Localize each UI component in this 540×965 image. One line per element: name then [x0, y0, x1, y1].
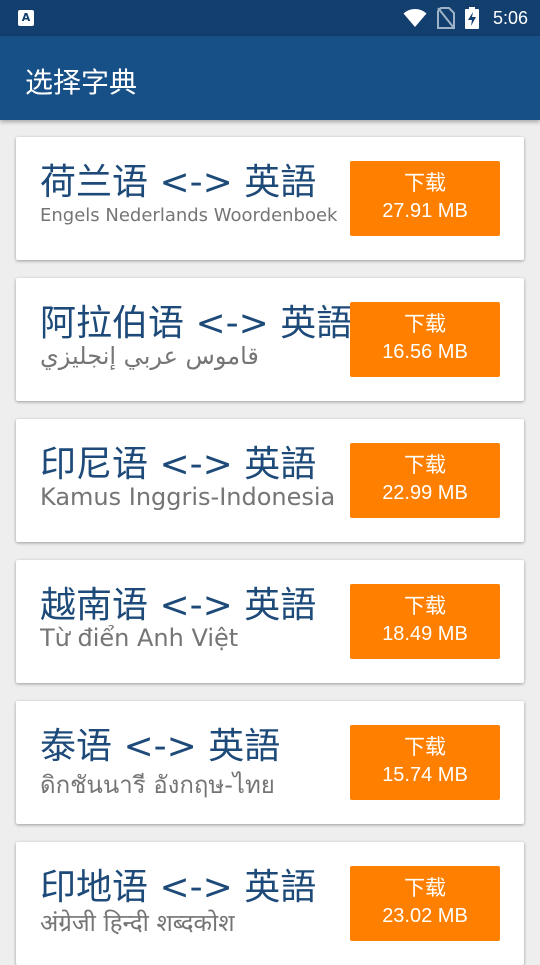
- download-button[interactable]: 下载 27.91 MB: [350, 161, 500, 236]
- dictionary-title: 阿拉伯语 <-> 英語: [40, 303, 353, 344]
- download-label: 下载: [404, 453, 446, 477]
- dictionary-subtitle: Engels Nederlands Woordenboek: [40, 205, 338, 226]
- wifi-icon: [403, 9, 427, 27]
- download-size: 22.99 MB: [382, 482, 468, 504]
- dictionary-title: 荷兰语 <-> 英語: [40, 162, 317, 203]
- dictionary-card-thai[interactable]: 泰语 <-> 英語 ดิกชันนารี อังกฤษ-ไทย 下载 15.74…: [16, 701, 524, 824]
- download-size: 27.91 MB: [382, 200, 468, 222]
- download-label: 下载: [404, 594, 446, 618]
- page-title: 选择字典: [25, 66, 138, 99]
- dictionary-card-arabic[interactable]: 阿拉伯语 <-> 英語 قاموس عربي إنجليزي 下载 16.56 …: [16, 278, 524, 401]
- dictionary-card-dutch[interactable]: 荷兰语 <-> 英語 Engels Nederlands Woordenboek…: [16, 137, 524, 260]
- dictionary-subtitle: ดิกชันนารี อังกฤษ-ไทย: [40, 771, 275, 799]
- dictionary-subtitle: अंग्रेजी हिन्दी शब्दकोश: [40, 909, 235, 937]
- dictionary-title: 泰语 <-> 英語: [40, 726, 281, 767]
- dictionary-card-indonesian[interactable]: 印尼语 <-> 英語 Kamus Inggris-Indonesia 下载 22…: [16, 419, 524, 542]
- status-icons: 5:06: [403, 0, 528, 36]
- status-time: 5:06: [492, 7, 528, 28]
- status-bar: A 5:06: [0, 0, 540, 36]
- dictionary-title: 印尼语 <-> 英語: [40, 444, 317, 485]
- download-size: 23.02 MB: [382, 905, 468, 927]
- download-button[interactable]: 下载 18.49 MB: [350, 584, 500, 659]
- download-button[interactable]: 下载 23.02 MB: [350, 866, 500, 941]
- download-button[interactable]: 下载 16.56 MB: [350, 302, 500, 377]
- dictionary-title: 越南语 <-> 英語: [40, 585, 317, 626]
- download-label: 下载: [404, 876, 446, 900]
- app-notification-icon: A: [18, 10, 34, 26]
- download-size: 18.49 MB: [382, 623, 468, 645]
- battery-charging-icon: [464, 7, 479, 29]
- dictionary-subtitle: Từ điển Anh Việt: [40, 624, 239, 652]
- download-size: 15.74 MB: [382, 764, 468, 786]
- download-label: 下载: [404, 735, 446, 759]
- download-button[interactable]: 下载 22.99 MB: [350, 443, 500, 518]
- download-button[interactable]: 下载 15.74 MB: [350, 725, 500, 800]
- download-label: 下载: [404, 171, 446, 195]
- download-size: 16.56 MB: [382, 341, 468, 363]
- dictionary-title: 印地语 <-> 英語: [40, 867, 317, 908]
- dictionary-subtitle: قاموس عربي إنجليزي: [40, 342, 259, 370]
- dictionary-card-vietnamese[interactable]: 越南语 <-> 英語 Từ điển Anh Việt 下载 18.49 MB: [16, 560, 524, 683]
- dictionary-subtitle: Kamus Inggris-Indonesia: [40, 483, 336, 511]
- app-bar: 选择字典: [0, 36, 540, 120]
- dictionary-card-hindi[interactable]: 印地语 <-> 英語 अंग्रेजी हिन्दी शब्दकोश 下载 23…: [16, 842, 524, 965]
- download-label: 下载: [404, 312, 446, 336]
- no-sim-icon: [436, 7, 455, 29]
